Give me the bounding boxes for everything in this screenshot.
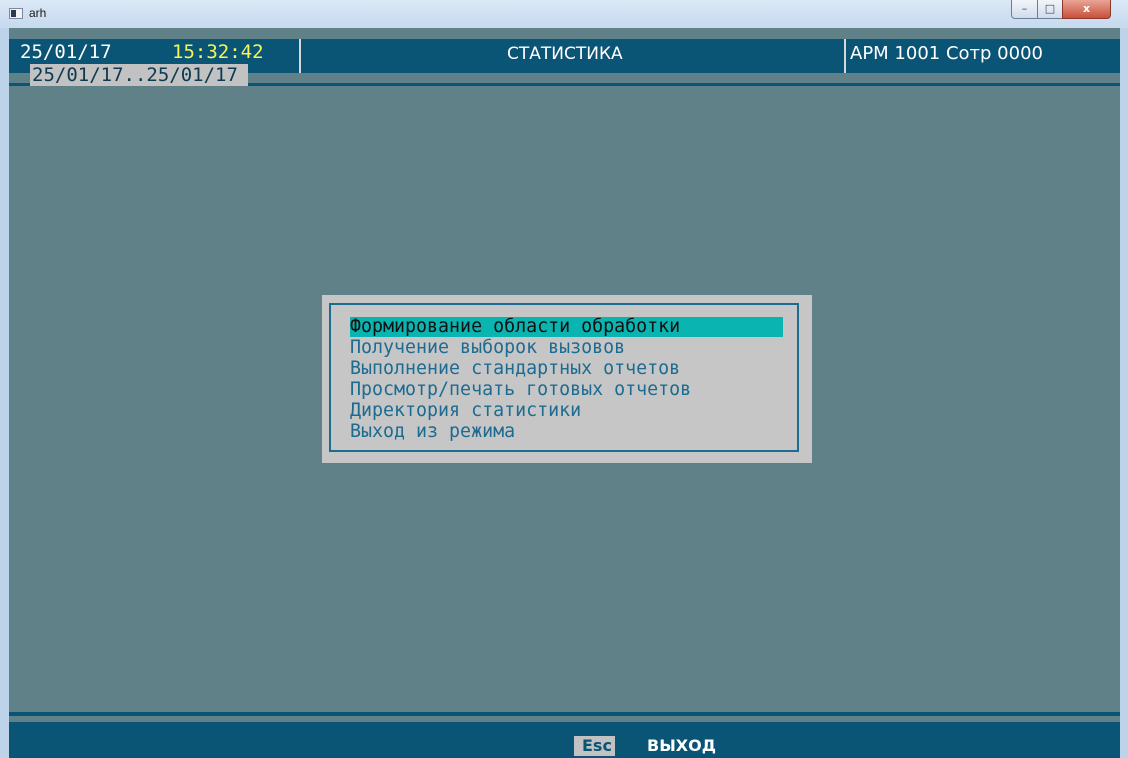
menu-item-call-samples[interactable]: Получение выборок вызовов [350, 338, 625, 358]
header-bar: 25/01/17 15:32:42 25/01/17..25/01/17 СТА… [9, 28, 1120, 86]
maximize-button[interactable]: □ [1037, 0, 1063, 19]
exit-label: ВЫХОД [647, 736, 716, 755]
footer-bar [9, 722, 1120, 758]
esc-key-hint[interactable]: Esc [574, 736, 615, 756]
screen-title: СТАТИСТИКА [507, 44, 623, 64]
menu-item-statistics-directory[interactable]: Директория статистики [350, 401, 581, 421]
main-menu: Формирование области обработки Получение… [322, 295, 812, 463]
header-separator [844, 39, 846, 73]
console-screen: 25/01/17 15:32:42 25/01/17..25/01/17 СТА… [9, 28, 1120, 758]
header-separator [299, 39, 301, 73]
application-window: arh – □ x 25/01/17 15:32:42 25/01/17..25… [0, 0, 1128, 758]
menu-item-standard-reports[interactable]: Выполнение стандартных отчетов [350, 359, 680, 379]
title-bar[interactable]: arh – □ x [0, 0, 1128, 28]
current-date: 25/01/17 [20, 41, 112, 63]
footer-line [9, 712, 1120, 716]
workstation-info: АРМ 1001 Сотр 0000 [850, 43, 1043, 64]
window-title: arh [29, 6, 47, 20]
menu-item-view-print-reports[interactable]: Просмотр/печать готовых отчетов [350, 380, 691, 400]
menu-item-form-processing-area[interactable]: Формирование области обработки [350, 317, 783, 337]
menu-item-exit-mode[interactable]: Выход из режима [350, 422, 515, 442]
close-button[interactable]: x [1062, 0, 1111, 19]
minimize-button[interactable]: – [1011, 0, 1038, 19]
current-time: 15:32:42 [172, 41, 264, 63]
app-icon [9, 8, 23, 19]
date-range: 25/01/17..25/01/17 [30, 64, 248, 86]
